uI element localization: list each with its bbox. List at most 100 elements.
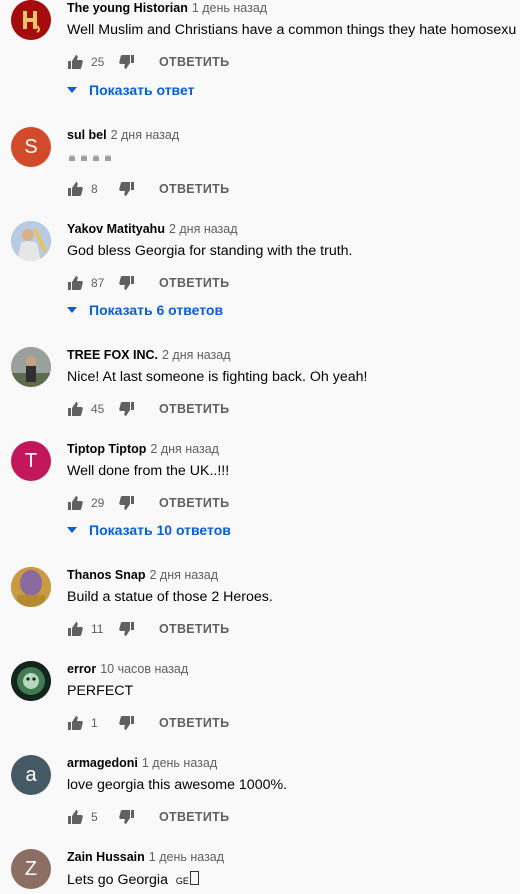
author-name[interactable]: Zain Hussain — [67, 850, 145, 864]
comment-header: error 10 часов назад — [67, 662, 188, 676]
reply-button[interactable]: ОТВЕТИТЬ — [159, 716, 229, 730]
reply-button[interactable]: ОТВЕТИТЬ — [159, 276, 229, 290]
dislike-icon[interactable] — [119, 401, 135, 417]
like-icon[interactable] — [67, 275, 83, 291]
comment-header: The young Historian 1 день назад — [67, 1, 267, 15]
comment-header: Zain Hussain 1 день назад — [67, 850, 224, 864]
avatar[interactable]: T — [11, 441, 51, 481]
comment-actions: 8 ОТВЕТИТЬ — [67, 179, 229, 199]
like-count: 29 — [91, 496, 105, 510]
avatar-letter: a — [25, 763, 37, 786]
author-name[interactable]: error — [67, 662, 96, 676]
comment-time[interactable]: 2 дня назад — [162, 348, 231, 362]
avatar[interactable] — [11, 567, 51, 607]
raised-hand-icon — [103, 151, 113, 161]
author-name[interactable]: armagedoni — [67, 756, 138, 770]
like-count: 25 — [91, 55, 105, 69]
like-icon[interactable] — [67, 401, 83, 417]
comment-header: Yakov Matityahu 2 дня назад — [67, 222, 238, 236]
comment-time[interactable]: 2 дня назад — [169, 222, 238, 236]
comment-time[interactable]: 1 день назад — [142, 756, 217, 770]
comment-time[interactable]: 1 день назад — [192, 1, 267, 15]
avatar[interactable]: a — [11, 755, 51, 795]
comment-header: TREE FOX INC. 2 дня назад — [67, 348, 231, 362]
like-icon[interactable] — [67, 621, 83, 637]
show-replies-label: Показать ответ — [89, 82, 195, 98]
reply-button[interactable]: ОТВЕТИТЬ — [159, 496, 229, 510]
reply-button[interactable]: ОТВЕТИТЬ — [159, 810, 229, 824]
comment-text: love georgia this awesome 1000%. — [67, 777, 288, 793]
caret-down-icon — [67, 87, 77, 93]
avatar[interactable]: S — [11, 127, 51, 167]
comment-header: Tiptop Tiptop 2 дня назад — [67, 442, 219, 456]
caret-down-icon — [67, 527, 77, 533]
comment-header: sul bel 2 дня назад — [67, 128, 179, 142]
avatar[interactable] — [11, 661, 51, 701]
raised-hand-icon — [91, 151, 101, 161]
comment-header: Thanos Snap 2 дня назад — [67, 568, 218, 582]
reply-button[interactable]: ОТВЕТИТЬ — [159, 622, 229, 636]
show-replies-button[interactable]: Показать 10 ответов — [67, 520, 231, 540]
like-count: 1 — [91, 716, 98, 730]
comment-text — [67, 151, 113, 167]
dislike-icon[interactable] — [119, 621, 135, 637]
like-count: 8 — [91, 182, 98, 196]
avatar-letter: T — [24, 449, 38, 472]
comment-header: armagedoni 1 день назад — [67, 756, 217, 770]
comment-text: Well Muslim and Christians have a common… — [67, 22, 517, 38]
dislike-icon[interactable] — [119, 181, 135, 197]
reply-button[interactable]: ОТВЕТИТЬ — [159, 402, 229, 416]
comment-time[interactable]: 2 дня назад — [149, 568, 218, 582]
author-name[interactable]: sul bel — [67, 128, 107, 142]
user-photo-icon — [11, 221, 51, 261]
dislike-icon[interactable] — [119, 495, 135, 511]
avatar[interactable]: Z — [11, 849, 51, 889]
avatar[interactable] — [11, 221, 51, 261]
dislike-icon[interactable] — [119, 275, 135, 291]
raised-hand-icon — [67, 151, 77, 161]
comment-actions: 25 ОТВЕТИТЬ — [67, 52, 229, 72]
show-replies-button[interactable]: Показать 6 ответов — [67, 300, 223, 320]
comment-actions: 11 ОТВЕТИТЬ — [67, 619, 229, 639]
like-count: 87 — [91, 276, 105, 290]
author-name[interactable]: Thanos Snap — [67, 568, 145, 582]
avatar[interactable] — [11, 347, 51, 387]
author-name[interactable]: Yakov Matityahu — [67, 222, 165, 236]
dislike-icon[interactable] — [119, 715, 135, 731]
author-name[interactable]: TREE FOX INC. — [67, 348, 158, 362]
author-name[interactable]: The young Historian — [67, 1, 188, 15]
comment-actions: 1 ОТВЕТИТЬ — [67, 713, 229, 733]
show-replies-label: Показать 6 ответов — [89, 302, 224, 318]
comment-time[interactable]: 1 день назад — [149, 850, 224, 864]
reply-button[interactable]: ОТВЕТИТЬ — [159, 55, 229, 69]
avatar[interactable] — [11, 0, 51, 40]
like-icon[interactable] — [67, 54, 83, 70]
avatar-letter: Z — [24, 857, 38, 880]
comment-time[interactable]: 10 часов назад — [100, 662, 188, 676]
comment-text: Nice! At last someone is fighting back. … — [67, 369, 368, 385]
dislike-icon[interactable] — [119, 54, 135, 70]
comment-actions: 5 ОТВЕТИТЬ — [67, 807, 229, 827]
caret-down-icon — [67, 307, 77, 313]
user-photo-icon — [11, 347, 51, 387]
like-icon[interactable] — [67, 715, 83, 731]
reply-button[interactable]: ОТВЕТИТЬ — [159, 182, 229, 196]
comment-actions: 45 ОТВЕТИТЬ — [67, 399, 229, 419]
comment-time[interactable]: 2 дня назад — [111, 128, 180, 142]
author-name[interactable]: Tiptop Tiptop — [67, 442, 146, 456]
comment-time[interactable]: 2 дня назад — [150, 442, 219, 456]
comment-text-main: Lets go Georgia — [67, 872, 168, 888]
dislike-icon[interactable] — [119, 809, 135, 825]
show-replies-label: Показать 10 ответов — [89, 522, 231, 538]
like-icon[interactable] — [67, 809, 83, 825]
user-photo-icon — [11, 567, 51, 607]
like-count: 11 — [91, 622, 104, 636]
comment-text: Build a statue of those 2 Heroes. — [67, 589, 273, 605]
comment-text: God bless Georgia for standing with the … — [67, 243, 353, 259]
like-icon[interactable] — [67, 181, 83, 197]
show-replies-button[interactable]: Показать ответ — [67, 80, 194, 100]
like-icon[interactable] — [67, 495, 83, 511]
avatar-letter: S — [24, 135, 38, 158]
comment-actions: 87 ОТВЕТИТЬ — [67, 273, 229, 293]
flag-suffix: GE — [175, 876, 189, 886]
